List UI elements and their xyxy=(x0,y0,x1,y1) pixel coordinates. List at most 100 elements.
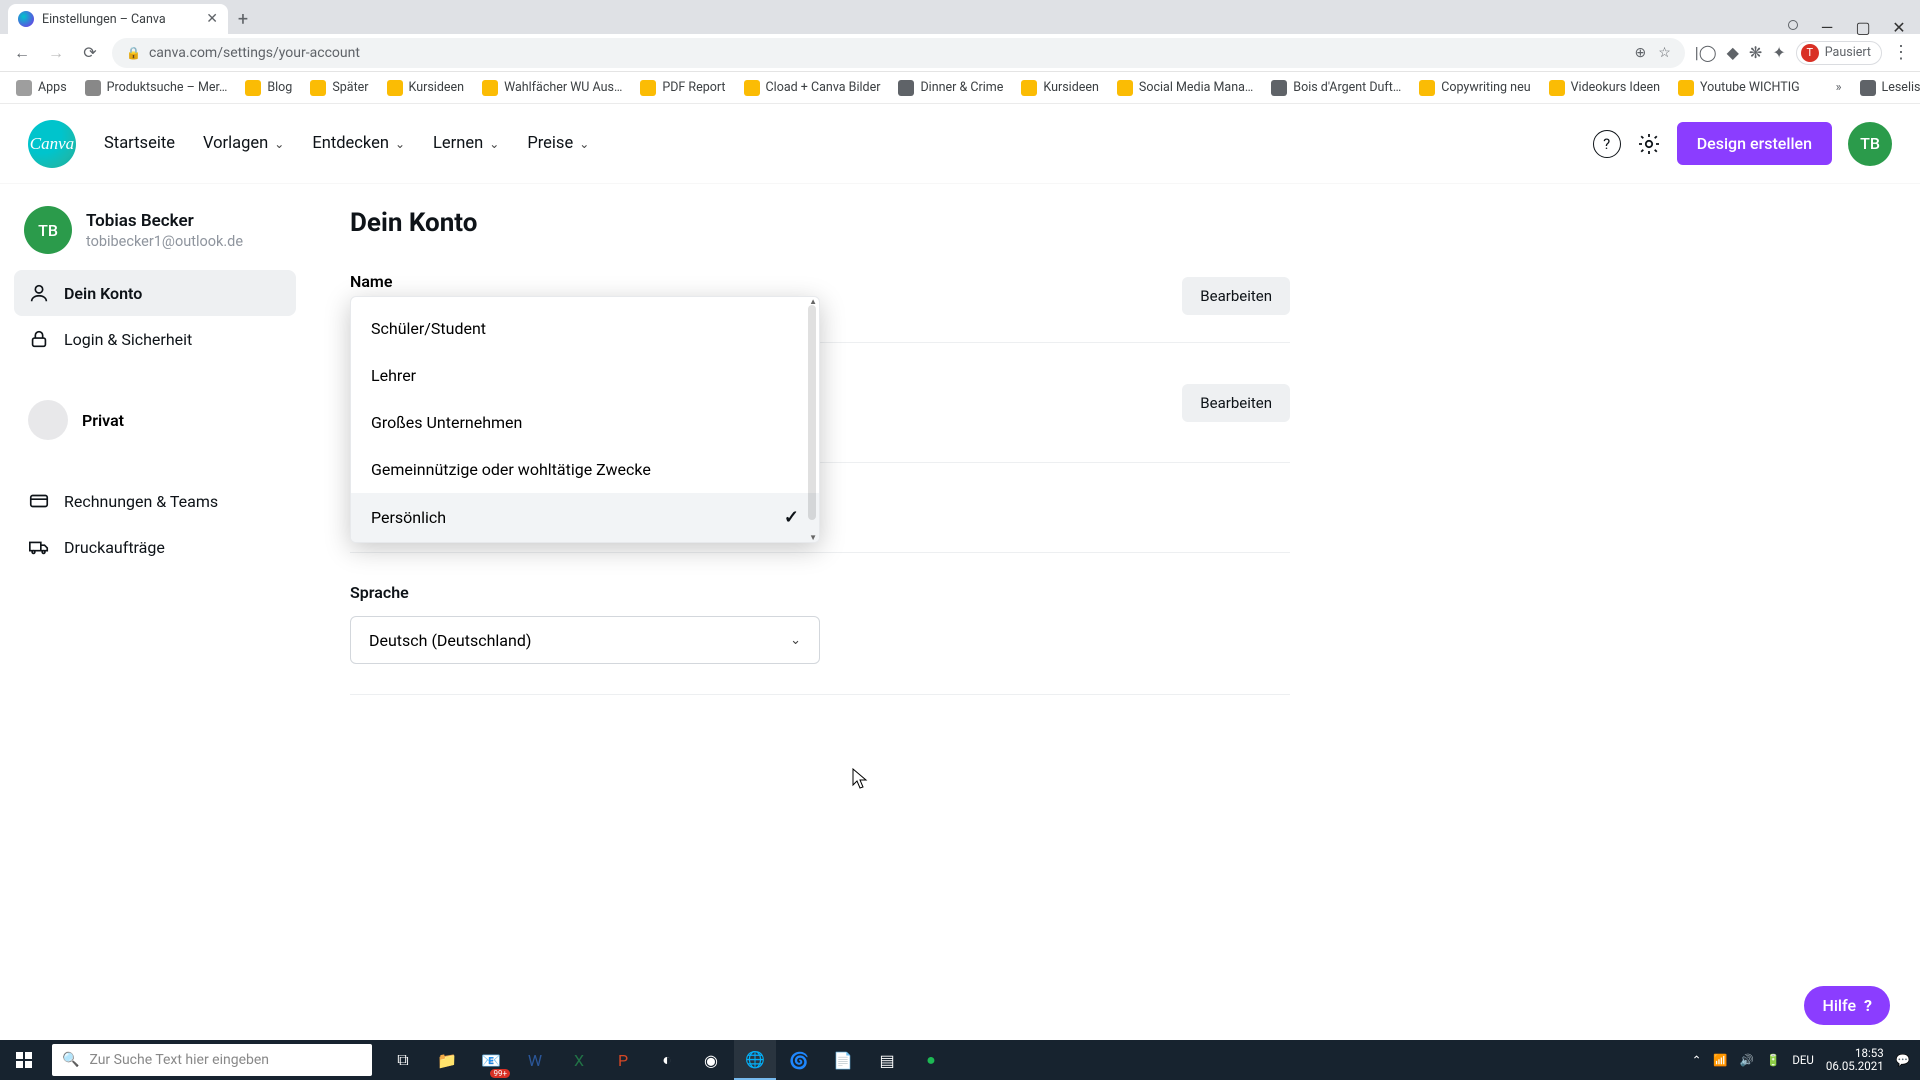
bookmarks-bar: Apps Produktsuche – Mer… Blog Später Kur… xyxy=(0,72,1920,104)
team-avatar-placeholder xyxy=(28,400,68,440)
bookmark-item[interactable]: Kursideen xyxy=(387,80,465,96)
question-mark-icon: ? xyxy=(1864,996,1872,1015)
dropdown-option[interactable]: Großes Unternehmen xyxy=(351,399,819,446)
browser-menu-icon[interactable]: ⋮ xyxy=(1892,42,1910,63)
obs-icon[interactable]: ◉ xyxy=(690,1040,732,1080)
explorer-icon[interactable]: 📁 xyxy=(426,1040,468,1080)
spotify-icon[interactable]: ● xyxy=(910,1040,952,1080)
bookmark-item[interactable]: PDF Report xyxy=(640,80,725,96)
language-select[interactable]: Deutsch (Deutschland) ⌄ xyxy=(350,616,820,664)
sidebar-item-dein-konto[interactable]: Dein Konto xyxy=(14,270,296,316)
bookmark-item[interactable]: Kursideen xyxy=(1021,80,1099,96)
nav-startseite[interactable]: Startseite xyxy=(104,134,175,153)
sidebar-team-label: Privat xyxy=(82,411,124,430)
bookmark-star-icon[interactable]: ☆ xyxy=(1658,45,1671,61)
tab-title: Einstellungen – Canva xyxy=(42,12,166,27)
browser-tab[interactable]: Einstellungen – Canva ✕ xyxy=(8,4,228,34)
start-button[interactable] xyxy=(0,1040,48,1080)
reading-list-button[interactable]: Leseliste xyxy=(1860,80,1920,96)
task-view-icon[interactable]: ⧉ xyxy=(382,1040,424,1080)
wifi-icon[interactable]: 📶 xyxy=(1713,1053,1727,1067)
back-button[interactable]: ← xyxy=(10,41,34,65)
clock[interactable]: 18:53 06.05.2021 xyxy=(1826,1047,1884,1073)
help-fab-button[interactable]: Hilfe ? xyxy=(1804,986,1890,1025)
maximize-icon[interactable]: ▢ xyxy=(1856,20,1870,34)
bookmark-item[interactable]: Bois d'Argent Duft… xyxy=(1271,80,1401,96)
chevron-down-icon: ⌄ xyxy=(489,137,499,151)
dropdown-option[interactable]: Schüler/Student xyxy=(351,305,819,352)
bookmark-item[interactable]: Später xyxy=(310,80,368,96)
nav-lernen[interactable]: Lernen⌄ xyxy=(433,134,499,153)
user-avatar[interactable]: TB xyxy=(1848,122,1892,166)
sidebar-item-label: Dein Konto xyxy=(64,284,142,303)
extension-icon-2[interactable]: ❋ xyxy=(1749,43,1762,62)
bookmark-item[interactable]: Youtube WICHTIG xyxy=(1678,80,1800,96)
nav-vorlagen[interactable]: Vorlagen⌄ xyxy=(203,134,284,153)
word-icon[interactable]: W xyxy=(514,1040,556,1080)
excel-icon[interactable]: X xyxy=(558,1040,600,1080)
chevron-down-icon: ⌄ xyxy=(579,137,589,151)
volume-icon[interactable]: 🔊 xyxy=(1740,1053,1754,1067)
bookmark-overflow-icon[interactable]: » xyxy=(1836,80,1842,95)
language-indicator[interactable]: DEU xyxy=(1792,1053,1814,1067)
notification-center-icon[interactable]: 💬 xyxy=(1896,1053,1910,1067)
tray-chevron-icon[interactable]: ⌃ xyxy=(1692,1053,1702,1067)
edge-icon[interactable]: 🌀 xyxy=(778,1040,820,1080)
app-icon-2[interactable]: ▤ xyxy=(866,1040,908,1080)
extensions-puzzle-icon[interactable]: ✦ xyxy=(1772,43,1785,62)
dropdown-option[interactable]: Gemeinnützige oder wohltätige Zwecke xyxy=(351,446,819,493)
new-tab-button[interactable]: + xyxy=(228,4,258,34)
sidebar-item-rechnungen[interactable]: Rechnungen & Teams xyxy=(14,478,296,524)
bookmark-item[interactable]: Blog xyxy=(245,80,292,96)
taskbar-search[interactable]: 🔍 Zur Suche Text hier eingeben xyxy=(52,1044,372,1076)
edit-button-row2[interactable]: Bearbeiten xyxy=(1182,384,1290,422)
bookmark-item[interactable]: Videokurs Ideen xyxy=(1549,80,1660,96)
sidebar-item-druckauftraege[interactable]: Druckaufträge xyxy=(14,524,296,570)
dropdown-option-selected[interactable]: Persönlich ✓ xyxy=(351,493,819,542)
nav-entdecken[interactable]: Entdecken⌄ xyxy=(312,134,405,153)
bookmark-item[interactable]: Social Media Mana… xyxy=(1117,80,1253,96)
name-label: Name xyxy=(350,272,1182,291)
bookmark-item[interactable]: Wahlfächer WU Aus… xyxy=(482,80,622,96)
translate-icon[interactable]: |◯ xyxy=(1695,43,1717,62)
sidebar-item-label: Login & Sicherheit xyxy=(64,330,192,349)
page-title: Dein Konto xyxy=(350,208,1880,238)
dropdown-scrollbar[interactable] xyxy=(808,305,816,520)
sidebar-team-privat[interactable]: Privat xyxy=(14,388,296,452)
notepad-icon[interactable]: 📄 xyxy=(822,1040,864,1080)
bookmark-item[interactable]: Dinner & Crime xyxy=(898,80,1003,96)
settings-sidebar: TB Tobias Becker tobibecker1@outlook.de … xyxy=(0,184,310,1040)
scroll-up-arrow-icon[interactable]: ▲ xyxy=(809,297,817,306)
powerpoint-icon[interactable]: P xyxy=(602,1040,644,1080)
dropdown-option[interactable]: Lehrer xyxy=(351,352,819,399)
chevron-down-icon: ⌄ xyxy=(395,137,405,151)
mail-icon[interactable]: 📧99+ xyxy=(470,1040,512,1080)
minimize-icon[interactable]: ― xyxy=(1820,20,1834,34)
help-icon[interactable]: ? xyxy=(1593,130,1621,158)
bookmark-item[interactable]: Copywriting neu xyxy=(1419,80,1530,96)
create-design-button[interactable]: Design erstellen xyxy=(1677,122,1832,165)
edit-name-button[interactable]: Bearbeiten xyxy=(1182,277,1290,315)
scroll-down-arrow-icon[interactable]: ▼ xyxy=(809,533,817,542)
battery-icon[interactable]: 🔋 xyxy=(1766,1053,1780,1067)
close-window-icon[interactable]: ✕ xyxy=(1892,20,1906,34)
app-icon[interactable]: ◐ xyxy=(646,1040,688,1080)
url-bar[interactable]: 🔒 canva.com/settings/your-account ⊕ ☆ xyxy=(112,38,1685,68)
dropdown-option[interactable]: Kleinunternehmen xyxy=(351,297,819,305)
nav-preise[interactable]: Preise⌄ xyxy=(527,134,589,153)
bookmark-item[interactable]: Cload + Canva Bilder xyxy=(744,80,881,96)
system-tray: ⌃ 📶 🔊 🔋 DEU 18:53 06.05.2021 💬 xyxy=(1692,1047,1920,1073)
apps-shortcut[interactable]: Apps xyxy=(16,80,67,96)
sidebar-user-email: tobibecker1@outlook.de xyxy=(86,233,243,250)
chrome-icon[interactable]: 🌐 xyxy=(734,1040,776,1080)
sync-dot-icon[interactable] xyxy=(1788,20,1798,30)
extension-icon-1[interactable]: ◆ xyxy=(1727,43,1739,62)
reload-button[interactable]: ⟳ xyxy=(78,41,102,65)
zoom-icon[interactable]: ⊕ xyxy=(1635,45,1647,61)
sidebar-item-login-sicherheit[interactable]: Login & Sicherheit xyxy=(14,316,296,362)
canva-logo[interactable]: Canva xyxy=(28,120,76,168)
settings-gear-icon[interactable] xyxy=(1637,132,1661,156)
close-tab-icon[interactable]: ✕ xyxy=(206,11,218,27)
bookmark-item[interactable]: Produktsuche – Mer… xyxy=(85,80,228,96)
profile-paused-chip[interactable]: T Pausiert xyxy=(1796,41,1882,65)
